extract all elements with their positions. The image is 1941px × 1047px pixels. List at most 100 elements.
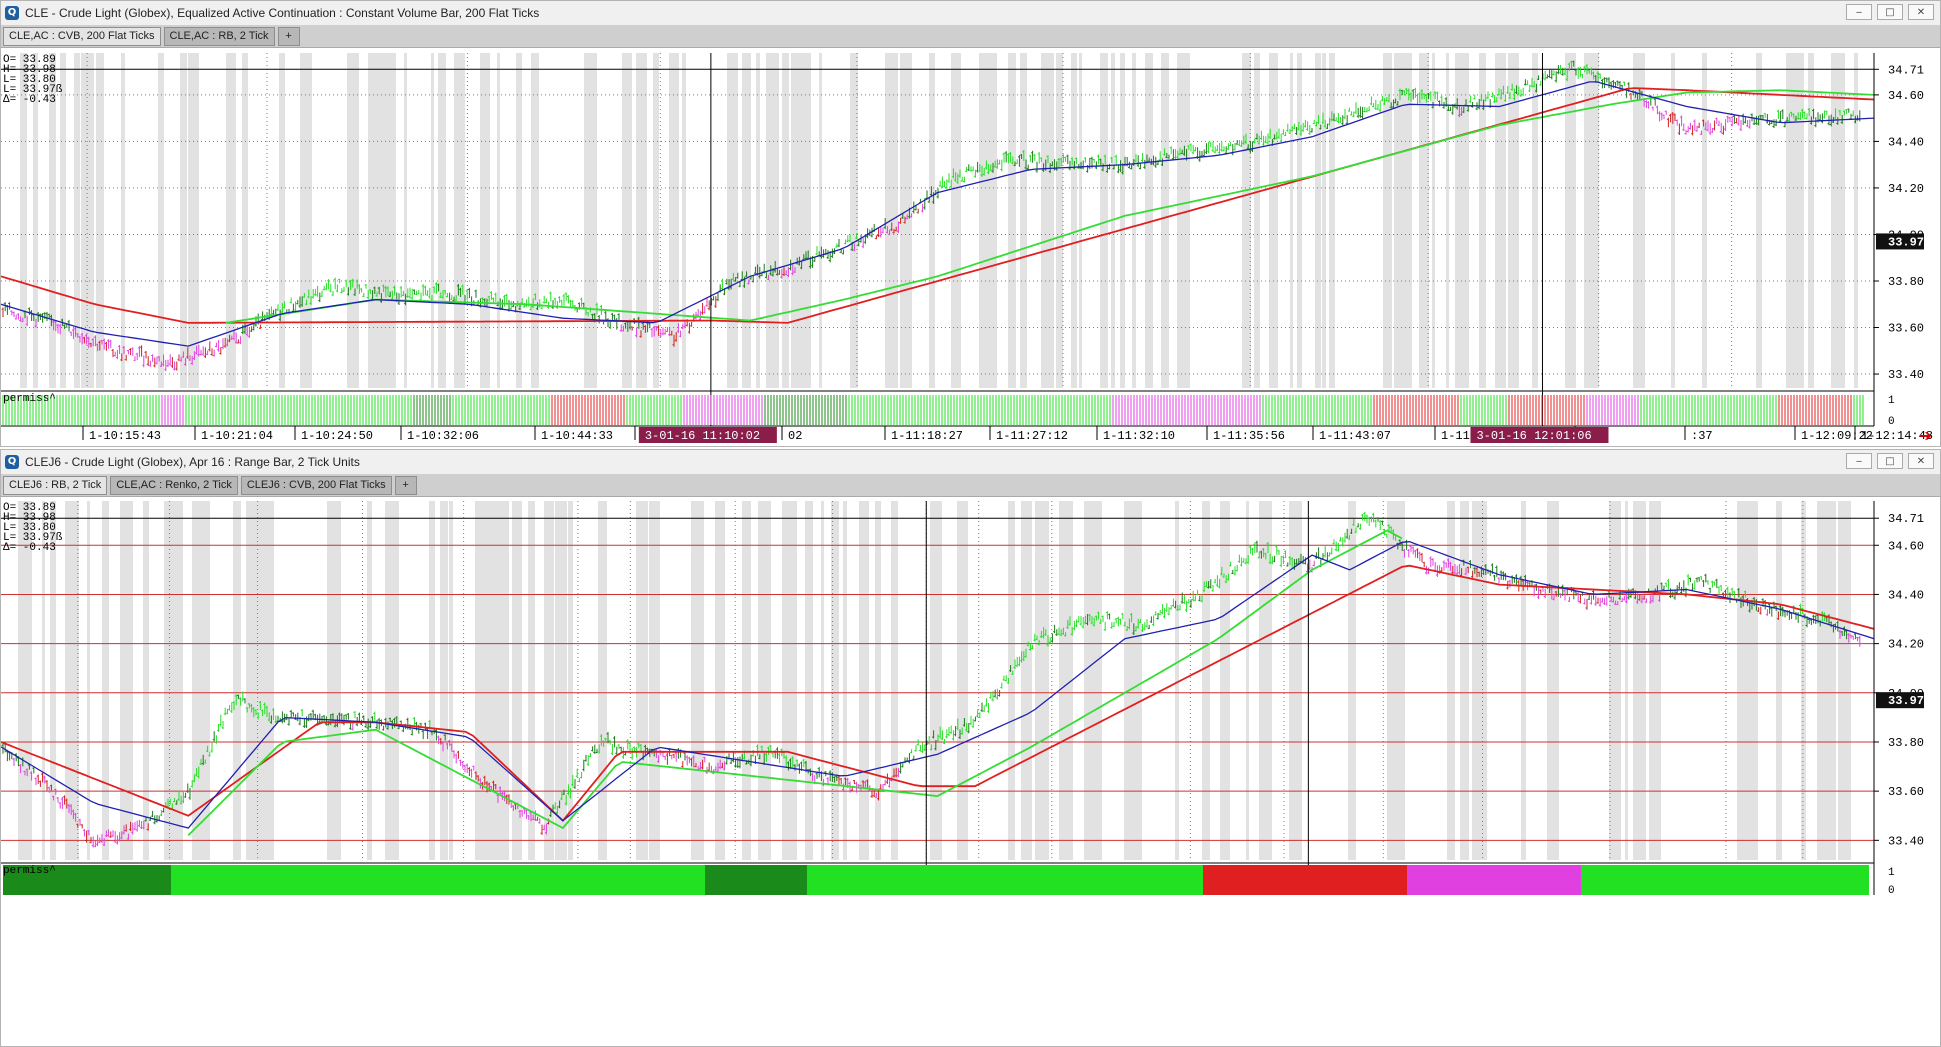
indicator-block [1359, 865, 1365, 895]
tab-cle-ac-cvb[interactable]: CLE,AC : CVB, 200 Flat Ticks [3, 27, 161, 46]
indicator-block [999, 865, 1005, 895]
indicator-block [1701, 865, 1707, 895]
indicator-block [219, 865, 225, 895]
indicator-block [477, 865, 483, 895]
indicator-block [1095, 865, 1101, 895]
shade-band [1472, 501, 1479, 860]
indicator-block [651, 865, 657, 895]
indicator-block [717, 865, 723, 895]
indicator-block [315, 865, 321, 895]
shade-band [74, 53, 80, 388]
indicator-block [1341, 865, 1347, 895]
indicator-block [1635, 865, 1641, 895]
indicator-block [471, 865, 477, 895]
indicator-block [387, 865, 393, 895]
indicator-block [1401, 865, 1407, 895]
indicator-block [1563, 865, 1569, 895]
minimize-button[interactable]: ‒ [1846, 453, 1872, 469]
indicator-block [1119, 865, 1125, 895]
indicator-block [1857, 865, 1863, 895]
indicator-block [195, 865, 201, 895]
indicator-block [1707, 865, 1713, 895]
shade-band [804, 53, 811, 388]
indicator-block [1617, 865, 1623, 895]
indicator-block [567, 865, 573, 895]
bottom-chart-window: Q CLEJ6 - Crude Light (Globex), Apr 16 :… [0, 449, 1941, 1047]
shade-band [1097, 501, 1102, 860]
bottom-chart-area[interactable]: permiss^34.7134.6034.4034.2034.0033.8033… [1, 497, 1941, 1047]
top-chart-area[interactable]: permiss^34.7134.6034.4034.2034.0033.8033… [1, 48, 1941, 447]
indicator-label[interactable]: permiss^ [3, 865, 56, 877]
indicator-block [699, 865, 705, 895]
indicator-block [801, 865, 807, 895]
indicator-block [1587, 865, 1593, 895]
indicator-block [1527, 865, 1533, 895]
indicator-block [903, 865, 909, 895]
indicator-block [945, 865, 951, 895]
shade-band [859, 501, 869, 860]
close-button[interactable]: ✕ [1908, 453, 1934, 469]
indicator-block [1161, 865, 1167, 895]
top-title-bar[interactable]: Q CLE - Crude Light (Globex), Equalized … [1, 1, 1940, 26]
restore-button[interactable]: □ [1877, 4, 1903, 20]
indicator-block [1515, 865, 1521, 895]
indicator-block [1545, 865, 1551, 895]
indicator-block [543, 865, 549, 895]
shade-band [791, 53, 805, 388]
bottom-title-bar[interactable]: Q CLEJ6 - Crude Light (Globex), Apr 16 :… [1, 450, 1940, 475]
shade-band [1521, 501, 1526, 860]
indicator-block [795, 865, 801, 895]
shade-band [143, 501, 149, 860]
indicator-block [987, 865, 993, 895]
minimize-button[interactable]: ‒ [1846, 4, 1872, 20]
indicator-block [1371, 865, 1377, 895]
indicator-block [933, 865, 939, 895]
shade-band [347, 53, 359, 388]
close-button[interactable]: ✕ [1908, 4, 1934, 20]
indicator-block [399, 865, 405, 895]
tab-cle-ac-renko[interactable]: CLE,AC : Renko, 2 Tick [110, 476, 238, 495]
x-tick-label: 1-10:15:43 [89, 429, 161, 443]
y-tick-label: 33.60 [1888, 785, 1924, 799]
top-chart-svg[interactable]: permiss^34.7134.6034.4034.2034.0033.8033… [1, 48, 1941, 447]
permiss-indicator [3, 865, 1869, 895]
indicator-block [1137, 865, 1143, 895]
shade-band [1609, 501, 1621, 860]
add-tab-button[interactable]: + [394, 476, 417, 495]
restore-button[interactable]: □ [1877, 453, 1903, 469]
indicator-block [435, 865, 441, 895]
indicator-block [255, 865, 261, 895]
shade-band [1315, 53, 1321, 388]
indicator-block [381, 865, 387, 895]
shade-band [1035, 501, 1049, 860]
shade-band [766, 53, 779, 388]
indicator-block [1605, 865, 1611, 895]
shade-band [1831, 53, 1845, 388]
scroll-right-arrow-icon[interactable]: ➔ [1919, 426, 1932, 445]
shade-band [1021, 501, 1032, 860]
shade-band [957, 501, 968, 860]
indicator-block [1503, 865, 1509, 895]
shade-band [480, 53, 490, 388]
indicator-block [597, 865, 603, 895]
shade-band [497, 53, 500, 388]
indicator-label[interactable]: permiss^ [3, 393, 56, 405]
shade-band [449, 501, 453, 860]
indicator-block [723, 865, 729, 895]
indicator-block [501, 865, 507, 895]
indicator-block [1059, 865, 1065, 895]
indicator-block [1323, 865, 1329, 895]
indicator-block [663, 865, 669, 895]
shade-band [622, 53, 632, 388]
indicator-block [1365, 865, 1371, 895]
shade-band [653, 53, 659, 388]
indicator-block [165, 865, 171, 895]
indicator-block [1395, 865, 1401, 895]
bottom-chart-svg[interactable]: permiss^34.7134.6034.4034.2034.0033.8033… [1, 497, 1941, 1047]
indicator-block [423, 865, 429, 895]
add-tab-button[interactable]: + [277, 27, 300, 46]
tab-clej6-rb[interactable]: CLEJ6 : RB, 2 Tick [3, 476, 108, 495]
tab-cle-ac-rb[interactable]: CLE,AC : RB, 2 Tick [163, 27, 275, 46]
shade-band [1220, 501, 1230, 860]
tab-clej6-cvb[interactable]: CLEJ6 : CVB, 200 Flat Ticks [240, 476, 392, 495]
